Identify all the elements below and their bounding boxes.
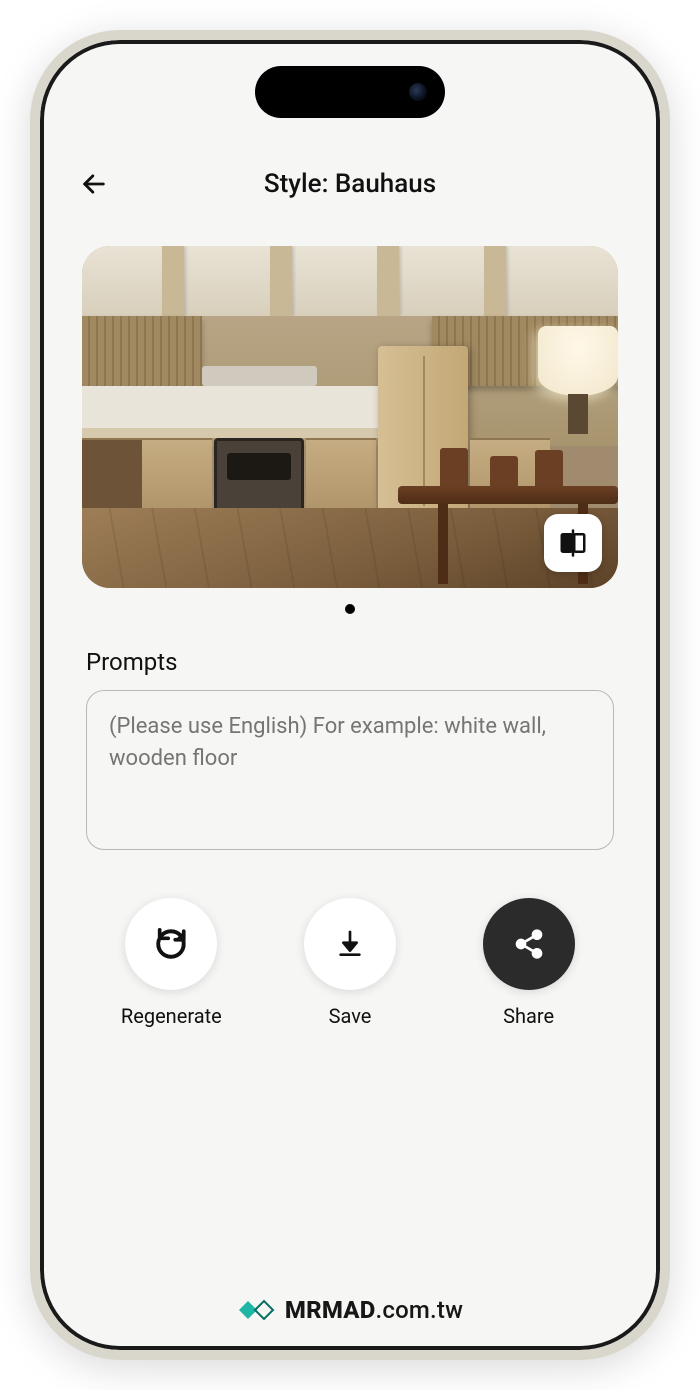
share-icon [513, 928, 545, 960]
prompt-input[interactable] [86, 690, 614, 850]
prompts-label: Prompts [86, 648, 614, 676]
save-button[interactable]: Save [275, 898, 425, 1028]
save-label: Save [329, 1004, 372, 1028]
app-screen: Style: Bauhaus [44, 44, 656, 1346]
pager-dot-active[interactable] [345, 604, 355, 614]
watermark-logo-icon [237, 1297, 275, 1323]
watermark-brand: MRMAD [285, 1296, 376, 1324]
download-icon [334, 928, 366, 960]
regenerate-circle [125, 898, 217, 990]
result-image[interactable] [82, 246, 618, 588]
action-row: Regenerate Save [72, 898, 628, 1028]
watermark-text: MRMAD.com.tw [285, 1296, 463, 1324]
watermark: MRMAD.com.tw [44, 1296, 656, 1324]
phone-frame: Style: Bauhaus [30, 30, 670, 1360]
pager [72, 604, 628, 614]
refresh-icon [154, 927, 188, 961]
front-camera [409, 83, 427, 101]
regenerate-label: Regenerate [121, 1004, 222, 1028]
phone-inner: Style: Bauhaus [44, 44, 656, 1346]
compare-split-icon [558, 528, 588, 558]
share-button[interactable]: Share [454, 898, 604, 1028]
generated-interior-illustration [82, 246, 618, 588]
watermark-domain: .com.tw [375, 1296, 463, 1324]
save-circle [304, 898, 396, 990]
share-circle [483, 898, 575, 990]
compare-button[interactable] [544, 514, 602, 572]
regenerate-button[interactable]: Regenerate [96, 898, 246, 1028]
share-label: Share [503, 1004, 554, 1028]
header: Style: Bauhaus [72, 144, 628, 226]
dynamic-island [255, 66, 445, 118]
page-title: Style: Bauhaus [72, 169, 628, 199]
